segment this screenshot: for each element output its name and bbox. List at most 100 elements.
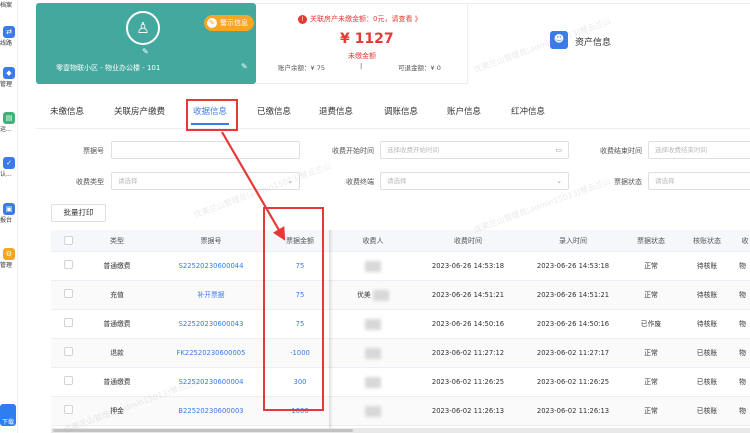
cell-type: 普通缴费 xyxy=(103,378,131,386)
cell-audit-status: 待核账 xyxy=(696,291,718,299)
start-time-label: 收费开始时间 xyxy=(332,147,374,155)
sidebar-item-label: 认... xyxy=(0,171,12,178)
warning-tag[interactable]: ✎ 警示信息 xyxy=(204,15,254,31)
download-label: 下载 xyxy=(1,419,14,426)
tab-reversal[interactable]: 红冲信息 xyxy=(511,105,545,117)
cell-payer xyxy=(333,397,413,426)
tab-paid[interactable]: 已缴信息 xyxy=(257,105,291,117)
edit-pen-icon[interactable]: ✎ xyxy=(142,47,149,56)
sidebar-item-label: 线路 xyxy=(0,40,13,47)
cell-audit-status: 待核账 xyxy=(696,320,718,328)
sidebar-item-label: 档案 xyxy=(0,2,13,9)
cell-entry-time: 2023-06-26 14:50:16 xyxy=(536,320,610,328)
cell-charge-time: 2023-06-02 11:26:25 xyxy=(431,378,505,386)
header-audit-status: 核账状态 xyxy=(693,237,721,245)
download-button[interactable]: 下载 xyxy=(0,404,16,426)
fee-type-label: 收费类型 xyxy=(76,178,104,186)
header-payer: 收费人 xyxy=(362,237,384,245)
table-row[interactable]: 普通缴费 S22520230600044 75 2023-06-26 14:53… xyxy=(51,252,750,281)
tab-adjust[interactable]: 调账信息 xyxy=(384,105,418,117)
cell-entry-time: 2023-06-02 11:26:13 xyxy=(536,407,610,415)
row-checkbox[interactable] xyxy=(64,376,73,385)
blurred-name xyxy=(365,405,381,417)
start-time-placeholder: 选择收费开始时间 xyxy=(387,146,439,154)
certify-icon: ✓ xyxy=(3,157,15,169)
cell-type: 普通缴费 xyxy=(103,320,131,328)
cell-type: 普通缴费 xyxy=(103,262,131,270)
end-time-placeholder: 选择收费结束时间 xyxy=(655,146,707,154)
cell-entry-time: 2023-06-02 11:27:17 xyxy=(536,349,610,357)
arrears-panel: ! 关联房产未缴金额：0元，请查看 》 ¥ 1127 未缴金额 账户余额：¥ 7… xyxy=(256,3,468,84)
cell-extra: 物 xyxy=(739,378,746,386)
cell-receipt-status: 正常 xyxy=(644,378,658,386)
frozen-column-shadow xyxy=(329,230,333,433)
asset-panel[interactable]: ☻ 资产信息 xyxy=(468,3,750,84)
receipt-status-placeholder: 请选择 xyxy=(655,177,675,185)
edit-address-icon[interactable]: ✎ xyxy=(241,62,248,71)
receipt-status-select[interactable]: 请选择 xyxy=(648,172,750,190)
sidebar-item-route[interactable]: ⇄ 线路 xyxy=(0,26,18,47)
house-avatar-icon: ♙ xyxy=(126,11,160,45)
operation-icon: ▤ xyxy=(3,112,15,124)
cell-receipt-no[interactable]: S22520230600043 xyxy=(151,310,271,339)
cell-receipt-no[interactable]: B22520230600003 xyxy=(151,397,271,426)
sidebar-item-operation[interactable]: ▤ 运... xyxy=(0,112,18,133)
batch-print-button[interactable]: 批量打印 xyxy=(51,204,106,222)
settings-icon: ⚙ xyxy=(3,248,15,260)
cell-receipt-no[interactable]: FK22520230600005 xyxy=(151,339,271,368)
cell-audit-status: 已核账 xyxy=(696,407,718,415)
sidebar-item-report[interactable]: ▣ 报台 xyxy=(0,203,18,224)
table-row[interactable]: 充值 补开票据 75 优美 2023-06-26 14:51:21 2023-0… xyxy=(51,281,750,310)
sidebar-item-label: 管理 xyxy=(0,262,13,269)
sidebar-item-archive[interactable]: 档案 xyxy=(0,0,18,9)
tab-unpaid[interactable]: 未缴信息 xyxy=(50,105,84,117)
tab-account[interactable]: 账户信息 xyxy=(447,105,481,117)
annotation-box-amount-column xyxy=(263,207,324,411)
scrollbar-thumb[interactable] xyxy=(53,429,353,432)
cell-extra: 物 xyxy=(739,262,746,270)
tab-refund[interactable]: 退费信息 xyxy=(319,105,353,117)
row-checkbox[interactable] xyxy=(64,318,73,327)
sidebar-item-settings[interactable]: ⚙ 管理 xyxy=(0,248,18,269)
arrears-label: 未缴金额 xyxy=(348,52,376,60)
terminal-select[interactable]: 请选择 ⌄ xyxy=(380,172,569,190)
row-checkbox[interactable] xyxy=(64,347,73,356)
cell-receipt-status: 正常 xyxy=(644,291,658,299)
row-checkbox[interactable] xyxy=(64,260,73,269)
left-sidebar: 档案 ⇄ 线路 ◆ 管理 ▤ 运... ✓ 认... ▣ 报台 ⚙ 管理 下载 xyxy=(0,0,18,433)
payer-name: 优美 xyxy=(357,291,371,299)
cell-payer xyxy=(333,252,413,281)
header-receipt-status: 票据状态 xyxy=(637,237,665,245)
header-type: 类型 xyxy=(110,237,124,245)
arrears-alert-text: 关联房产未缴金额：0元，请查看 》 xyxy=(310,15,422,23)
start-time-picker[interactable]: 选择收费开始时间 ▭ xyxy=(380,141,569,159)
receipt-no-input[interactable] xyxy=(111,141,300,159)
terminal-placeholder: 请选择 xyxy=(387,177,407,185)
cell-extra: 物 xyxy=(739,349,746,357)
table-row[interactable]: 退款 FK22520230600005 -1000 2023-06-02 11:… xyxy=(51,339,750,368)
cell-payer xyxy=(333,310,413,339)
header-charge-time: 收费时间 xyxy=(454,237,482,245)
cell-charge-time: 2023-06-02 11:27:12 xyxy=(431,349,505,357)
blurred-name xyxy=(365,376,381,388)
cell-receipt-no[interactable]: S22520230600044 xyxy=(151,252,271,281)
cell-receipt-no[interactable]: 补开票据 xyxy=(151,281,271,310)
arrears-amount: ¥ 1127 xyxy=(340,31,394,47)
sidebar-item-manage[interactable]: ◆ 管理 xyxy=(0,67,18,88)
calendar-icon: ▭ xyxy=(555,146,562,154)
receipt-no-label: 票据号 xyxy=(83,147,104,155)
sidebar-item-certify[interactable]: ✓ 认... xyxy=(0,157,18,178)
cell-payer xyxy=(333,368,413,397)
tab-related-payment[interactable]: 关联房产缴费 xyxy=(114,105,165,117)
horizontal-scrollbar[interactable] xyxy=(51,428,750,433)
table-row[interactable]: 普通缴费 S22520230600043 75 2023-06-26 14:50… xyxy=(51,310,750,339)
row-checkbox[interactable] xyxy=(64,405,73,414)
chevron-down-icon: ⌄ xyxy=(556,177,562,185)
arrears-alert[interactable]: ! 关联房产未缴金额：0元，请查看 》 xyxy=(298,14,422,24)
end-time-label: 收费结束时间 xyxy=(600,147,642,155)
row-checkbox[interactable] xyxy=(64,289,73,298)
cell-type: 充值 xyxy=(110,291,124,299)
select-all-checkbox[interactable] xyxy=(64,236,73,245)
end-time-picker[interactable]: 选择收费结束时间 xyxy=(648,141,750,159)
annotation-box-receipt-tab xyxy=(186,99,238,131)
